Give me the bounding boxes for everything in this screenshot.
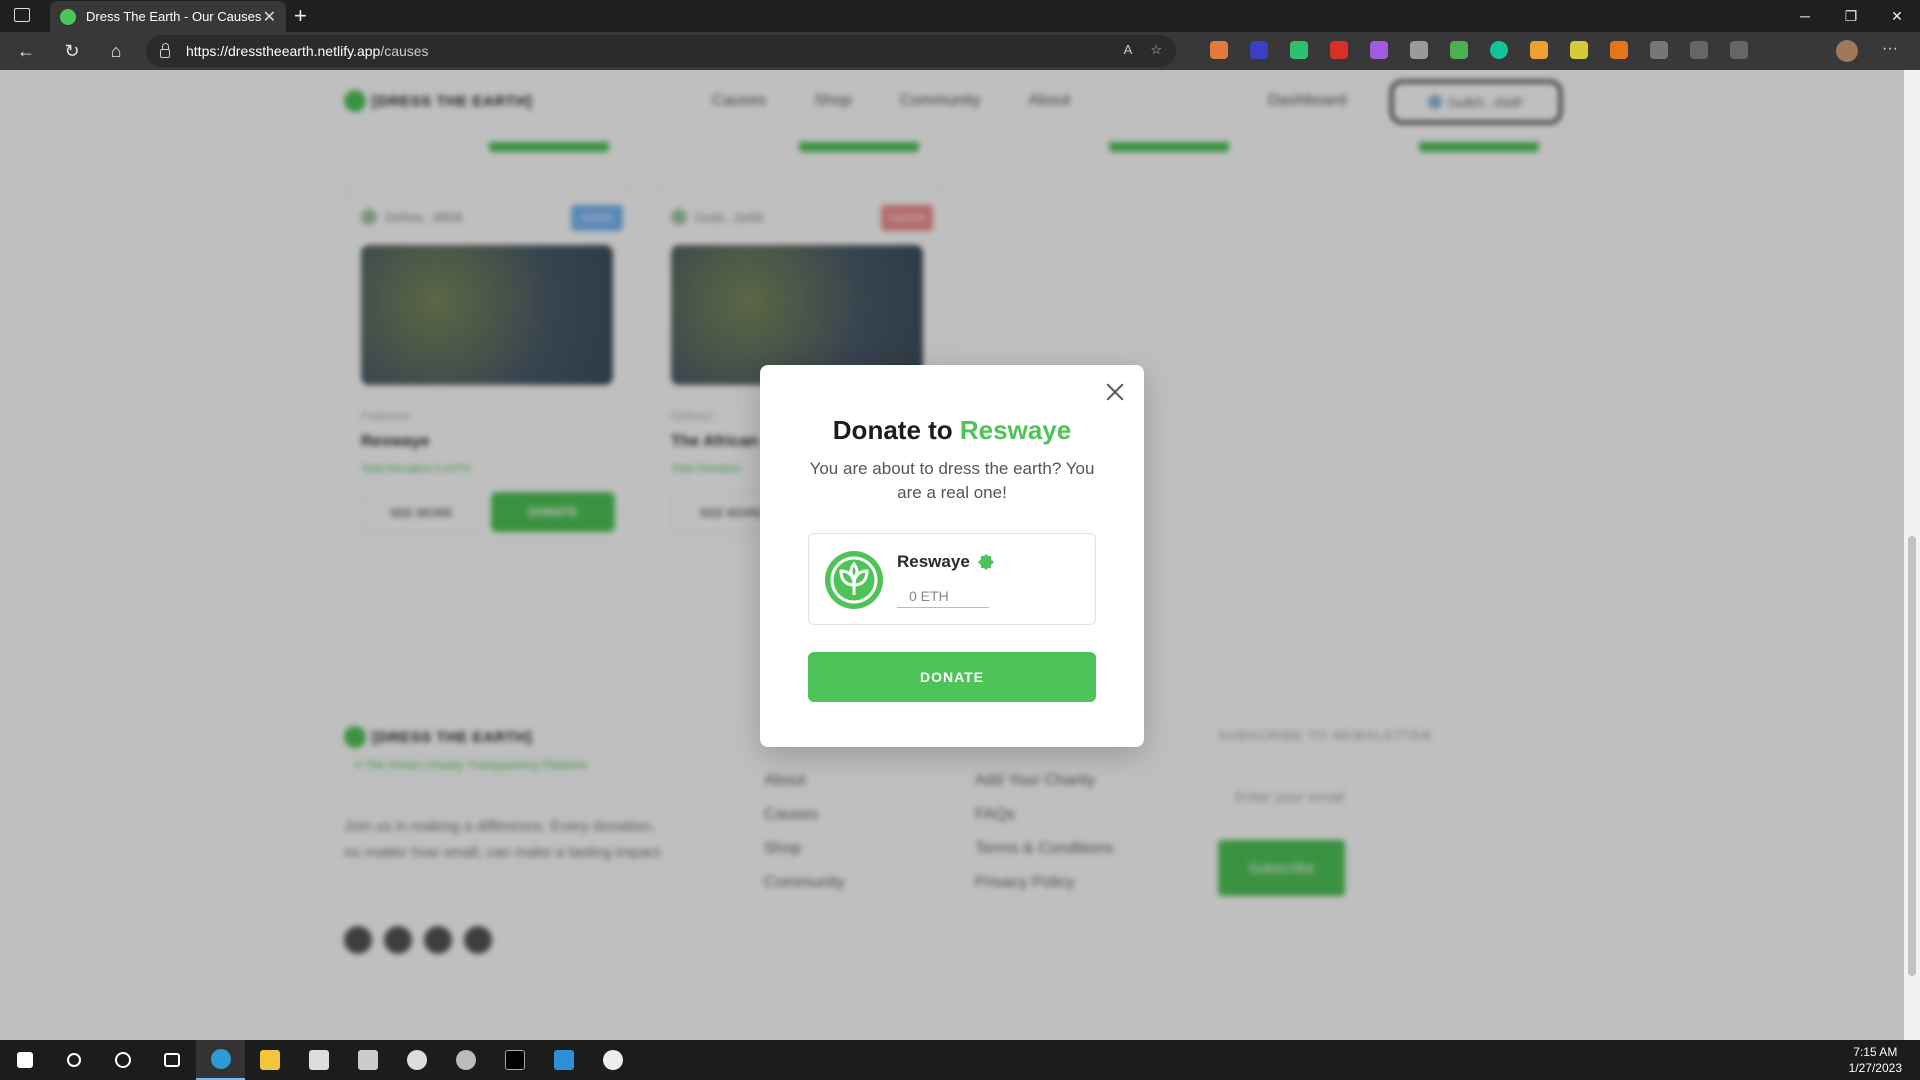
file-explorer-icon[interactable] [245,1040,294,1080]
tab-title: Dress The Earth - Our Causes [86,9,262,24]
app-icon[interactable] [441,1040,490,1080]
web-page: [DRESS THE EARTH] Causes Shop Community … [0,70,1904,1040]
clock-time: 7:15 AM [1853,1045,1898,1059]
donate-button[interactable]: DONATE [808,652,1096,702]
browser-tab-strip: Dress The Earth - Our Causes ✕ + ─ ❐ ✕ [0,0,1920,32]
browser-toolbar: ← ↻ ⌂ https://dresstheearth.netlify.app/… [0,32,1920,70]
url-host: https://dresstheearth.netlify.app [186,43,381,59]
modal-title: Donate to Reswaye [760,415,1144,446]
browser-tab-active[interactable]: Dress The Earth - Our Causes ✕ [50,1,286,32]
scrollbar-thumb[interactable] [1908,536,1916,976]
verified-badge-icon [977,554,994,570]
more-menu-icon[interactable]: ··· [1882,40,1898,58]
donate-modal: Donate to Reswaye You are about to dress… [760,365,1144,747]
terminal-icon[interactable] [490,1040,539,1080]
extensions-bar [1210,41,1748,59]
site-favicon-icon [60,8,76,25]
page-scrollbar[interactable] [1904,70,1920,1040]
extension-icon[interactable] [1250,41,1268,59]
modal-title-prefix: Donate to [832,415,953,445]
close-window-icon[interactable]: ✕ [1874,0,1920,32]
edge-taskbar-icon[interactable] [196,1040,245,1080]
extension-icon[interactable] [1330,41,1348,59]
clock-date: 1/27/2023 [1848,1061,1902,1075]
store-icon[interactable] [294,1040,343,1080]
app-icon[interactable] [588,1040,637,1080]
extension-icon[interactable] [1530,41,1548,59]
charity-box: Reswaye [808,533,1096,625]
close-tab-icon[interactable]: ✕ [263,7,276,27]
windows-taskbar: 7:15 AM 1/27/2023 [0,1040,1920,1080]
restore-icon[interactable]: ❐ [1828,0,1874,32]
charity-leaf-icon [825,551,883,609]
settings-gear-icon[interactable] [392,1040,441,1080]
home-icon[interactable]: ⌂ [104,40,128,62]
task-view-icon[interactable] [147,1040,196,1080]
minimize-icon[interactable]: ─ [1782,0,1828,32]
read-aloud-icon[interactable]: A [1124,42,1133,58]
favorites-icon[interactable] [1690,41,1708,59]
address-url[interactable]: https://dresstheearth.netlify.app/causes [186,43,429,59]
start-icon[interactable] [0,1040,49,1080]
url-path: /causes [380,43,429,59]
extension-icon[interactable] [1410,41,1428,59]
extension-icon[interactable] [1210,41,1228,59]
charity-name: Reswaye [897,552,994,572]
system-clock[interactable]: 7:15 AM 1/27/2023 [1849,1044,1902,1076]
lock-icon [160,42,170,58]
extension-icon[interactable] [1290,41,1308,59]
favorite-star-icon[interactable]: ☆ [1150,42,1162,58]
modal-subtitle: You are about to dress the earth? You ar… [809,459,1095,502]
new-tab-button[interactable]: + [294,3,307,29]
extension-icon[interactable] [1370,41,1388,59]
cortana-icon[interactable] [98,1040,147,1080]
close-icon[interactable] [1104,381,1126,403]
extension-icon[interactable] [1570,41,1588,59]
donation-amount-input[interactable] [897,584,989,608]
window-controls: ─ ❐ ✕ [1782,0,1920,32]
metamask-icon[interactable] [1610,41,1628,59]
mail-icon[interactable] [343,1040,392,1080]
collections-icon[interactable] [1730,41,1748,59]
profile-avatar[interactable] [1836,40,1858,62]
grammarly-icon[interactable] [1490,41,1508,59]
back-arrow-icon[interactable]: ← [14,40,38,62]
refresh-icon[interactable]: ↻ [60,40,84,62]
charity-name-text: Reswaye [897,552,970,571]
address-bar[interactable]: https://dresstheearth.netlify.app/causes… [146,35,1176,67]
extension-icon[interactable] [1450,41,1468,59]
extensions-puzzle-icon[interactable] [1650,41,1668,59]
modal-title-name: Reswaye [959,415,1072,445]
search-icon[interactable] [49,1040,98,1080]
vscode-icon[interactable] [539,1040,588,1080]
tab-actions-icon[interactable] [14,8,30,22]
